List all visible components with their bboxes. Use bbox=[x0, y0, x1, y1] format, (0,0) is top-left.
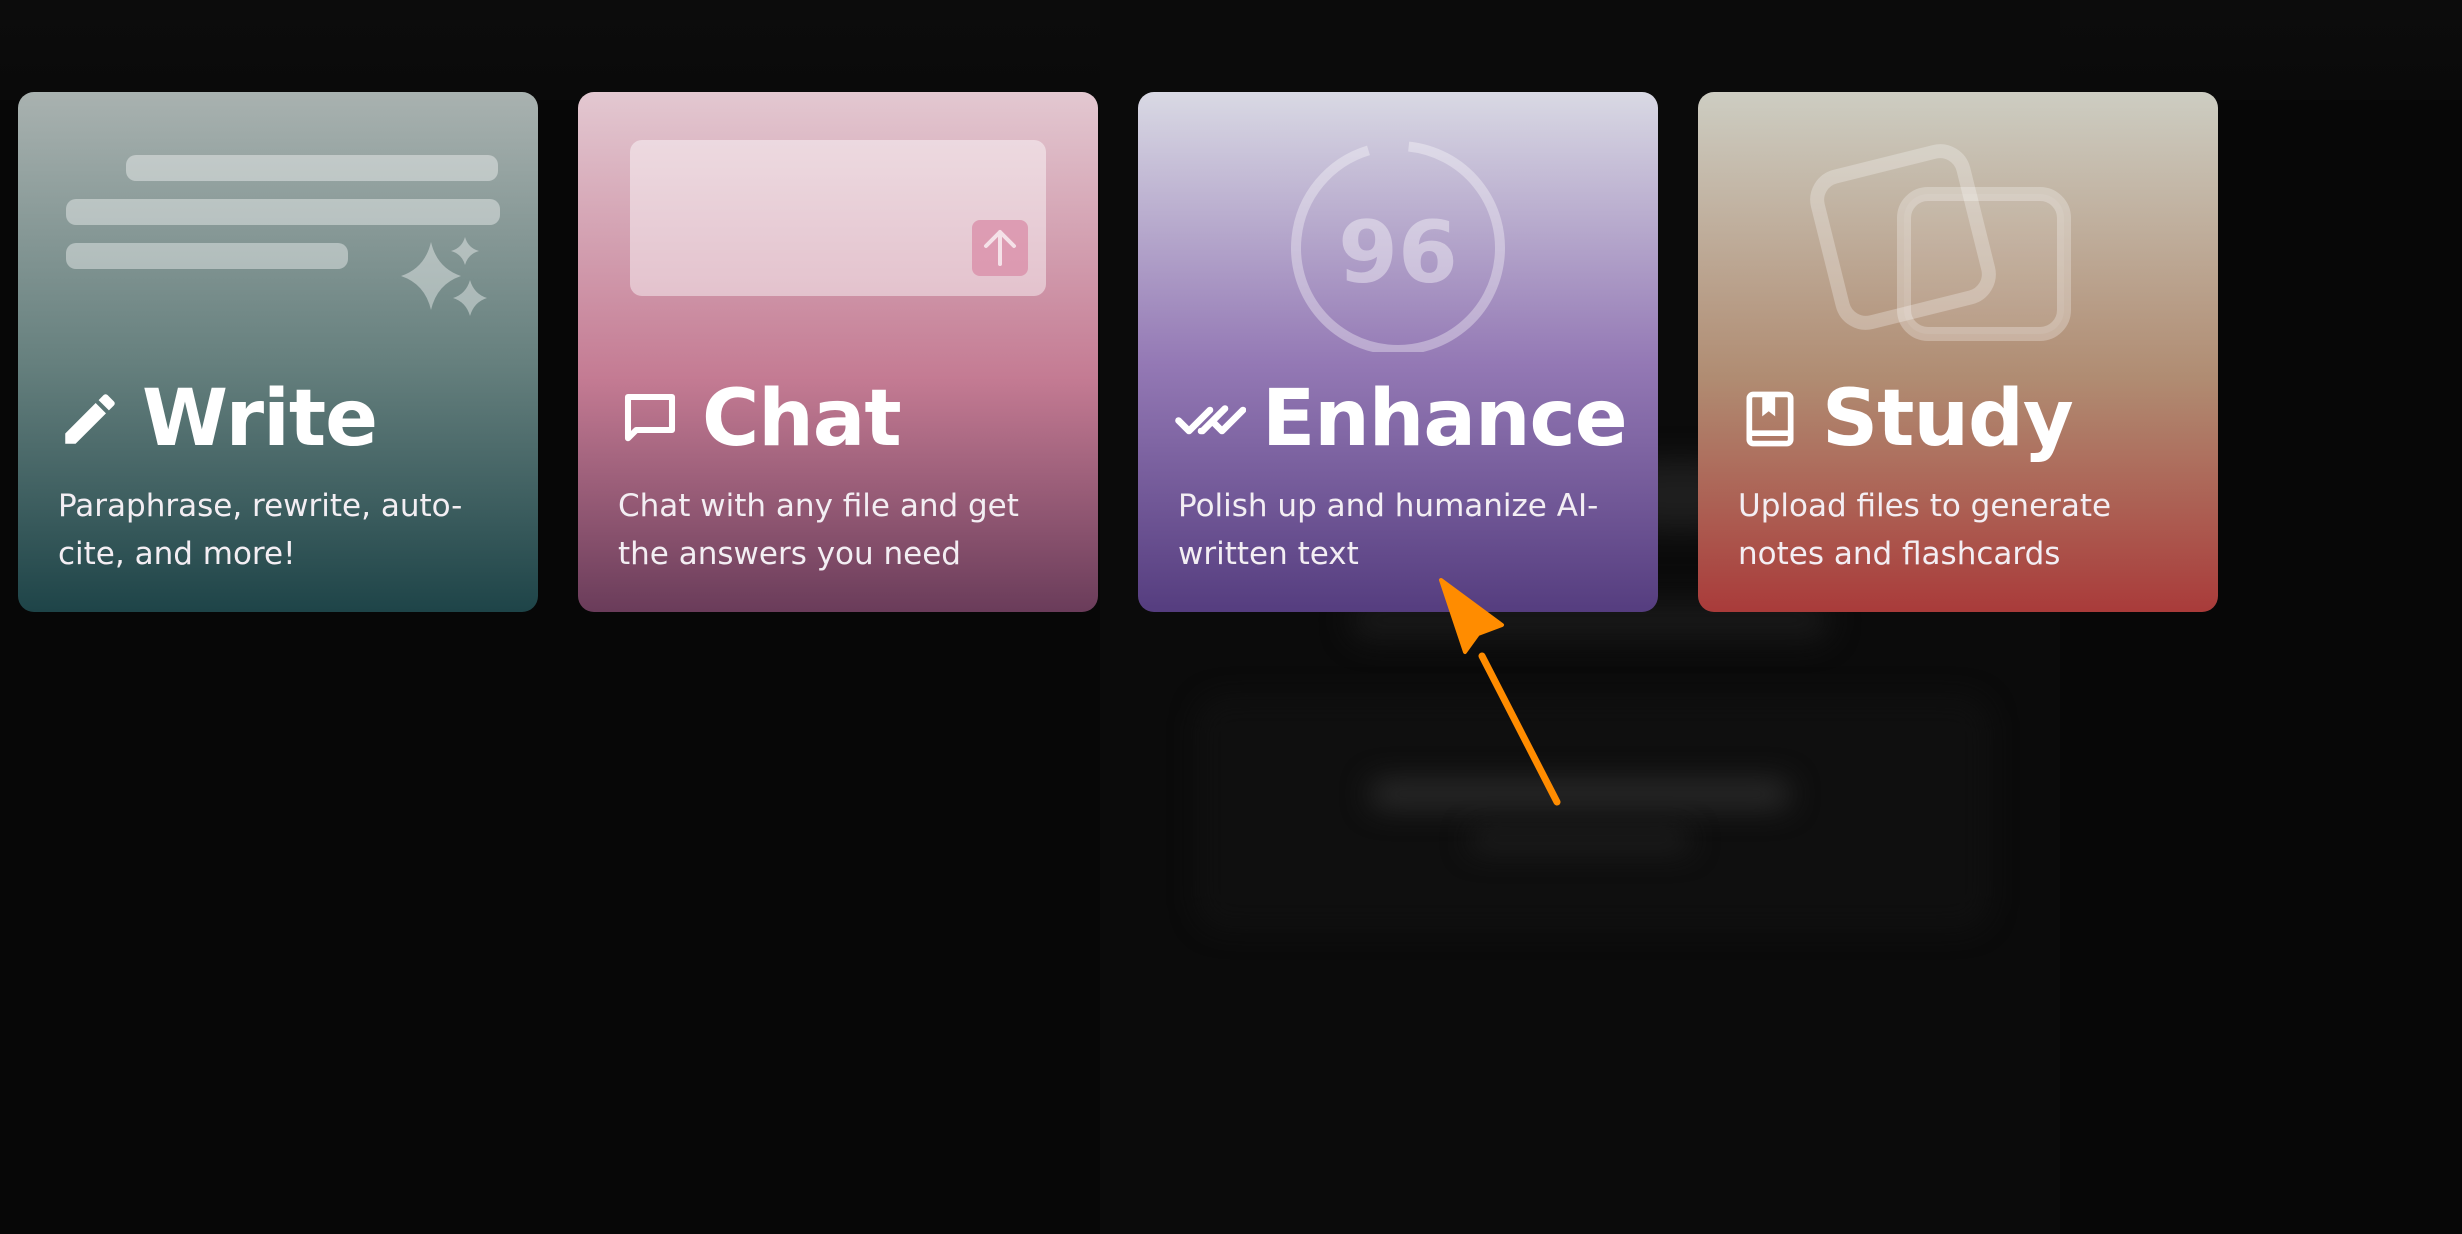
chat-description: Chat with any file and get the answers y… bbox=[618, 488, 1019, 572]
enhance-title: Enhance bbox=[1262, 374, 1628, 464]
study-card[interactable]: Study Upload files to generate notes and… bbox=[1698, 92, 2218, 612]
write-description: Paraphrase, rewrite, auto-cite, and more… bbox=[58, 488, 463, 572]
enhance-title-row: Enhance bbox=[1174, 374, 1628, 464]
chat-title: Chat bbox=[702, 374, 902, 464]
app-background: Write Paraphrase, rewrite, auto-cite, an… bbox=[0, 0, 2462, 1234]
chat-bubble-icon bbox=[614, 383, 686, 455]
chat-input-illustration bbox=[630, 140, 1046, 296]
double-check-icon bbox=[1174, 383, 1246, 455]
book-icon bbox=[1734, 383, 1806, 455]
sparkle-icon bbox=[401, 242, 461, 310]
write-card[interactable]: Write Paraphrase, rewrite, auto-cite, an… bbox=[18, 92, 538, 612]
pencil-icon bbox=[54, 383, 126, 455]
text-lines-illustration bbox=[66, 155, 500, 316]
study-title-row: Study bbox=[1734, 374, 2074, 464]
chat-title-row: Chat bbox=[614, 374, 902, 464]
study-title: Study bbox=[1822, 374, 2074, 464]
write-title: Write bbox=[142, 374, 378, 464]
study-description: Upload files to generate notes and flash… bbox=[1738, 488, 2112, 572]
score-value: 96 bbox=[1338, 203, 1458, 303]
enhance-card[interactable]: 96 Enhance Polish up and humanize AI-wri… bbox=[1138, 92, 1658, 612]
score-ring-illustration: 96 bbox=[1291, 140, 1505, 352]
enhance-description: Polish up and humanize AI-written text bbox=[1178, 488, 1599, 572]
chat-card[interactable]: Chat Chat with any file and get the answ… bbox=[578, 92, 1098, 612]
write-title-row: Write bbox=[54, 374, 378, 464]
stacked-cards-illustration bbox=[1810, 144, 2071, 341]
